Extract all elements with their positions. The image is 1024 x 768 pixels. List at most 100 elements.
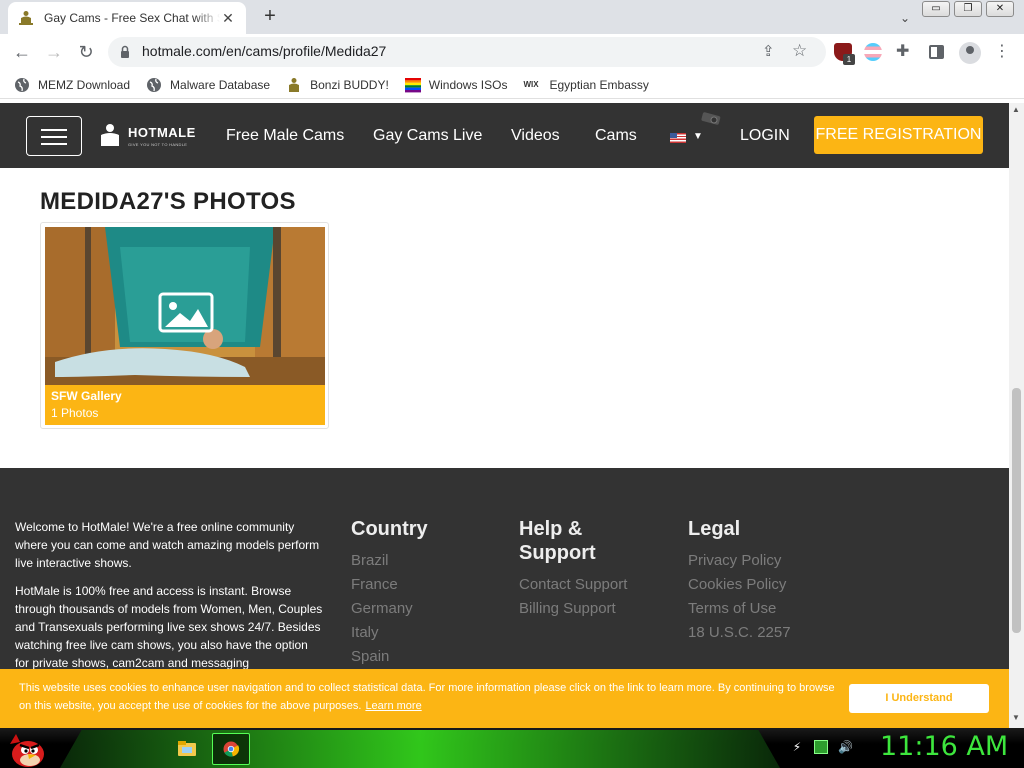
bookmark-label: Malware Database <box>170 77 271 92</box>
free-registration-button[interactable]: FREE REGISTRATION <box>814 116 983 154</box>
scrollbar-thumb[interactable] <box>1012 388 1021 633</box>
browser-toolbar: ← → ↻ hotmale.com/en/cams/profile/Medida… <box>0 34 1024 71</box>
tab-title: Gay Cams - Free Sex Chat with Su <box>44 11 220 25</box>
footer-link-billing-support[interactable]: Billing Support <box>519 597 649 621</box>
tab-close-icon[interactable]: ✕ <box>220 10 236 27</box>
footer-column-legal: Legal Privacy Policy Cookies Policy Term… <box>688 517 791 645</box>
side-panel-icon[interactable] <box>929 45 944 59</box>
footer-link-privacy-policy[interactable]: Privacy Policy <box>688 549 791 573</box>
page-title: MEDIDA27'S PHOTOS <box>40 188 296 215</box>
bookmark-label: Egyptian Embassy <box>549 77 649 92</box>
tab-strip: Gay Cams - Free Sex Chat with Su ✕ + ⌄ ▭… <box>0 0 1024 34</box>
hamburger-menu-button[interactable] <box>26 116 82 156</box>
footer-link-cookies-policy[interactable]: Cookies Policy <box>688 573 791 597</box>
bookmark-egyptian-embassy[interactable]: WIX Egyptian Embassy <box>523 77 648 93</box>
hotmale-favicon-icon <box>19 11 33 25</box>
taskbar-clock[interactable]: 11:16 AM <box>880 731 1008 762</box>
globe-icon <box>147 77 162 92</box>
footer-column-country: Country Brazil France Germany Italy Spai… <box>351 517 428 669</box>
footer-column-title: Help & Support <box>519 518 596 564</box>
url-text[interactable]: hotmale.com/en/cams/profile/Medida27 <box>142 43 386 59</box>
bookmarks-bar: MEMZ Download Malware Database Bonzi BUD… <box>0 71 1024 99</box>
language-chevron-down-icon[interactable]: ▼ <box>693 131 703 142</box>
logo-tagline: GIVE YOU NOT TO HANDLE <box>128 141 188 147</box>
extensions-puzzle-icon[interactable]: ✚ <box>896 43 914 61</box>
minimize-button[interactable]: ▭ <box>922 1 950 17</box>
angry-bird-start-icon[interactable] <box>6 730 46 768</box>
reload-icon[interactable]: ↻ <box>74 40 98 64</box>
bookmark-windows-isos[interactable]: Windows ISOs <box>404 77 508 93</box>
close-window-button[interactable]: ✕ <box>986 1 1014 17</box>
footer-column-help: Help & Support Contact Support Billing S… <box>519 517 649 621</box>
footer-link-contact-support[interactable]: Contact Support <box>519 573 649 597</box>
bookmark-label: MEMZ Download <box>38 77 131 92</box>
bookmark-label: Windows ISOs <box>428 77 508 92</box>
footer-column-title: Legal <box>688 518 741 540</box>
forward-arrow-icon[interactable]: → <box>42 40 66 64</box>
wix-icon: WIX <box>523 79 539 89</box>
footer-link-terms-of-use[interactable]: Terms of Use <box>688 597 791 621</box>
trans-flag-extension-icon[interactable] <box>864 43 882 61</box>
bookmark-bonzi-buddy[interactable]: Bonzi BUDDY! <box>286 77 389 93</box>
active-tab[interactable]: Gay Cams - Free Sex Chat with Su ✕ <box>8 2 246 34</box>
scroll-down-arrow-icon[interactable]: ▼ <box>1012 713 1020 722</box>
hotmale-icon <box>289 77 300 92</box>
footer-column-title: Country <box>351 518 428 540</box>
extension-badge: 1 <box>843 54 855 65</box>
scroll-up-arrow-icon[interactable]: ▲ <box>1012 105 1020 114</box>
nav-free-male-cams[interactable]: Free Male Cams <box>226 127 344 145</box>
cookie-text-block: This website uses cookies to enhance use… <box>19 679 839 715</box>
globe-icon <box>15 77 29 92</box>
webcam-icon <box>701 112 721 125</box>
gallery-photo-count: 1 Photos <box>51 406 99 420</box>
learn-more-link[interactable]: Learn more <box>365 700 421 712</box>
footer-link-france[interactable]: France <box>351 573 428 597</box>
us-flag-icon[interactable] <box>670 133 686 143</box>
footer-link-italy[interactable]: Italy <box>351 621 428 645</box>
nav-gay-cams-live[interactable]: Gay Cams Live <box>373 127 482 145</box>
window-controls: ▭ ❐ ✕ <box>922 1 1014 17</box>
tab-search-chevron-icon[interactable]: ⌄ <box>895 8 915 28</box>
nav-videos[interactable]: Videos <box>511 127 560 145</box>
web-page: HOTMALE GIVE YOU NOT TO HANDLE Free Male… <box>0 103 1009 728</box>
lock-icon <box>121 45 129 58</box>
footer-about-paragraph: Welcome to HotMale! We're a free online … <box>15 520 320 570</box>
bookmark-label: Bonzi BUDDY! <box>310 77 389 92</box>
cookie-banner: This website uses cookies to enhance use… <box>0 669 1009 728</box>
network-bolt-icon[interactable]: ⚡ <box>790 740 804 754</box>
cookie-message: This website uses cookies to enhance use… <box>19 682 835 712</box>
footer-about: Welcome to HotMale! We're a free online … <box>15 518 325 682</box>
login-link[interactable]: LOGIN <box>740 127 790 145</box>
footer-link-spain[interactable]: Spain <box>351 645 428 669</box>
gallery-title: SFW Gallery <box>51 389 122 403</box>
footer-link-germany[interactable]: Germany <box>351 597 428 621</box>
menu-kebab-icon[interactable]: ⋮ <box>994 41 1010 61</box>
taskbar <box>0 728 1024 768</box>
restore-button[interactable]: ❐ <box>954 1 982 17</box>
footer-link-2257[interactable]: 18 U.S.C. 2257 <box>688 621 791 645</box>
monitor-icon[interactable] <box>814 740 828 754</box>
bookmark-malware-database[interactable]: Malware Database <box>146 77 270 93</box>
new-tab-button[interactable]: + <box>258 5 282 29</box>
volume-icon[interactable]: 🔊 <box>838 740 853 754</box>
profile-avatar-icon[interactable] <box>959 42 981 64</box>
site-logo[interactable]: HOTMALE GIVE YOU NOT TO HANDLE <box>98 123 196 147</box>
gallery-thumbnail[interactable] <box>45 227 325 385</box>
bookmark-star-icon[interactable]: ☆ <box>792 41 807 61</box>
system-tray: ⚡ 🔊 <box>790 740 853 754</box>
back-arrow-icon[interactable]: ← <box>10 40 34 64</box>
logo-text: HOTMALE <box>128 124 196 140</box>
page-scrollbar[interactable]: ▲ ▼ <box>1009 103 1024 728</box>
site-header: HOTMALE GIVE YOU NOT TO HANDLE Free Male… <box>0 103 1009 168</box>
hotmale-logo-icon <box>101 124 119 146</box>
gallery-caption[interactable]: SFW Gallery 1 Photos <box>45 385 325 425</box>
chrome-taskbar-icon[interactable] <box>212 733 250 765</box>
nav-cams[interactable]: Cams <box>595 127 637 145</box>
cookie-accept-button[interactable]: I Understand <box>849 684 989 713</box>
address-bar[interactable]: hotmale.com/en/cams/profile/Medida27 ⇪ ☆ <box>108 37 826 67</box>
bookmark-memz[interactable]: MEMZ Download <box>14 77 130 93</box>
gallery-card[interactable]: SFW Gallery 1 Photos <box>40 222 329 429</box>
share-icon[interactable]: ⇪ <box>762 42 775 60</box>
file-explorer-icon[interactable] <box>168 733 206 765</box>
footer-link-brazil[interactable]: Brazil <box>351 549 428 573</box>
